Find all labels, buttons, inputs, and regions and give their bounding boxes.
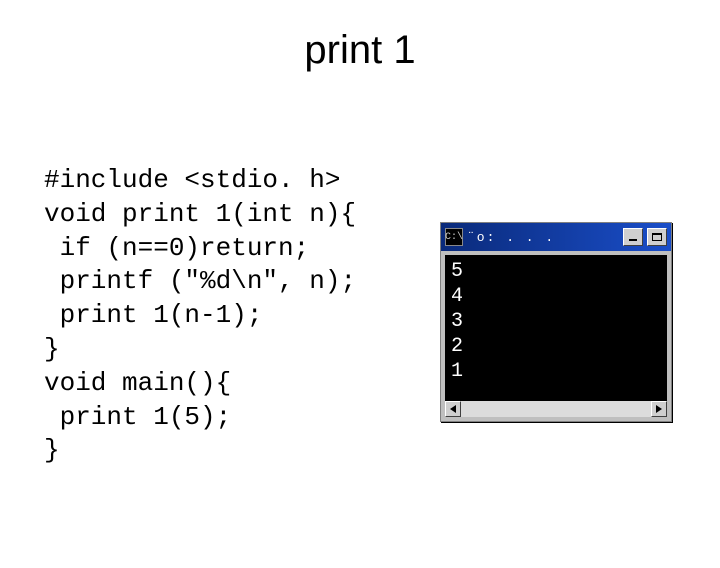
terminal-output: 5 4 3 2 1 — [445, 255, 667, 401]
code-block: #include <stdio. h> void print 1(int n){… — [44, 164, 356, 468]
slide-title: print 1 — [0, 28, 720, 73]
system-menu-icon[interactable]: C:\ — [445, 228, 463, 246]
scroll-right-button[interactable] — [651, 401, 667, 417]
terminal-window: C:\ ¨o: . . . 5 4 3 2 1 — [440, 222, 672, 422]
terminal-title-text: ¨o: . . . — [467, 230, 555, 245]
maximize-button[interactable] — [647, 228, 667, 246]
scroll-track[interactable] — [461, 401, 651, 417]
terminal-titlebar[interactable]: C:\ ¨o: . . . — [441, 223, 671, 251]
minimize-button[interactable] — [623, 228, 643, 246]
horizontal-scrollbar[interactable] — [445, 401, 667, 417]
scroll-left-button[interactable] — [445, 401, 461, 417]
